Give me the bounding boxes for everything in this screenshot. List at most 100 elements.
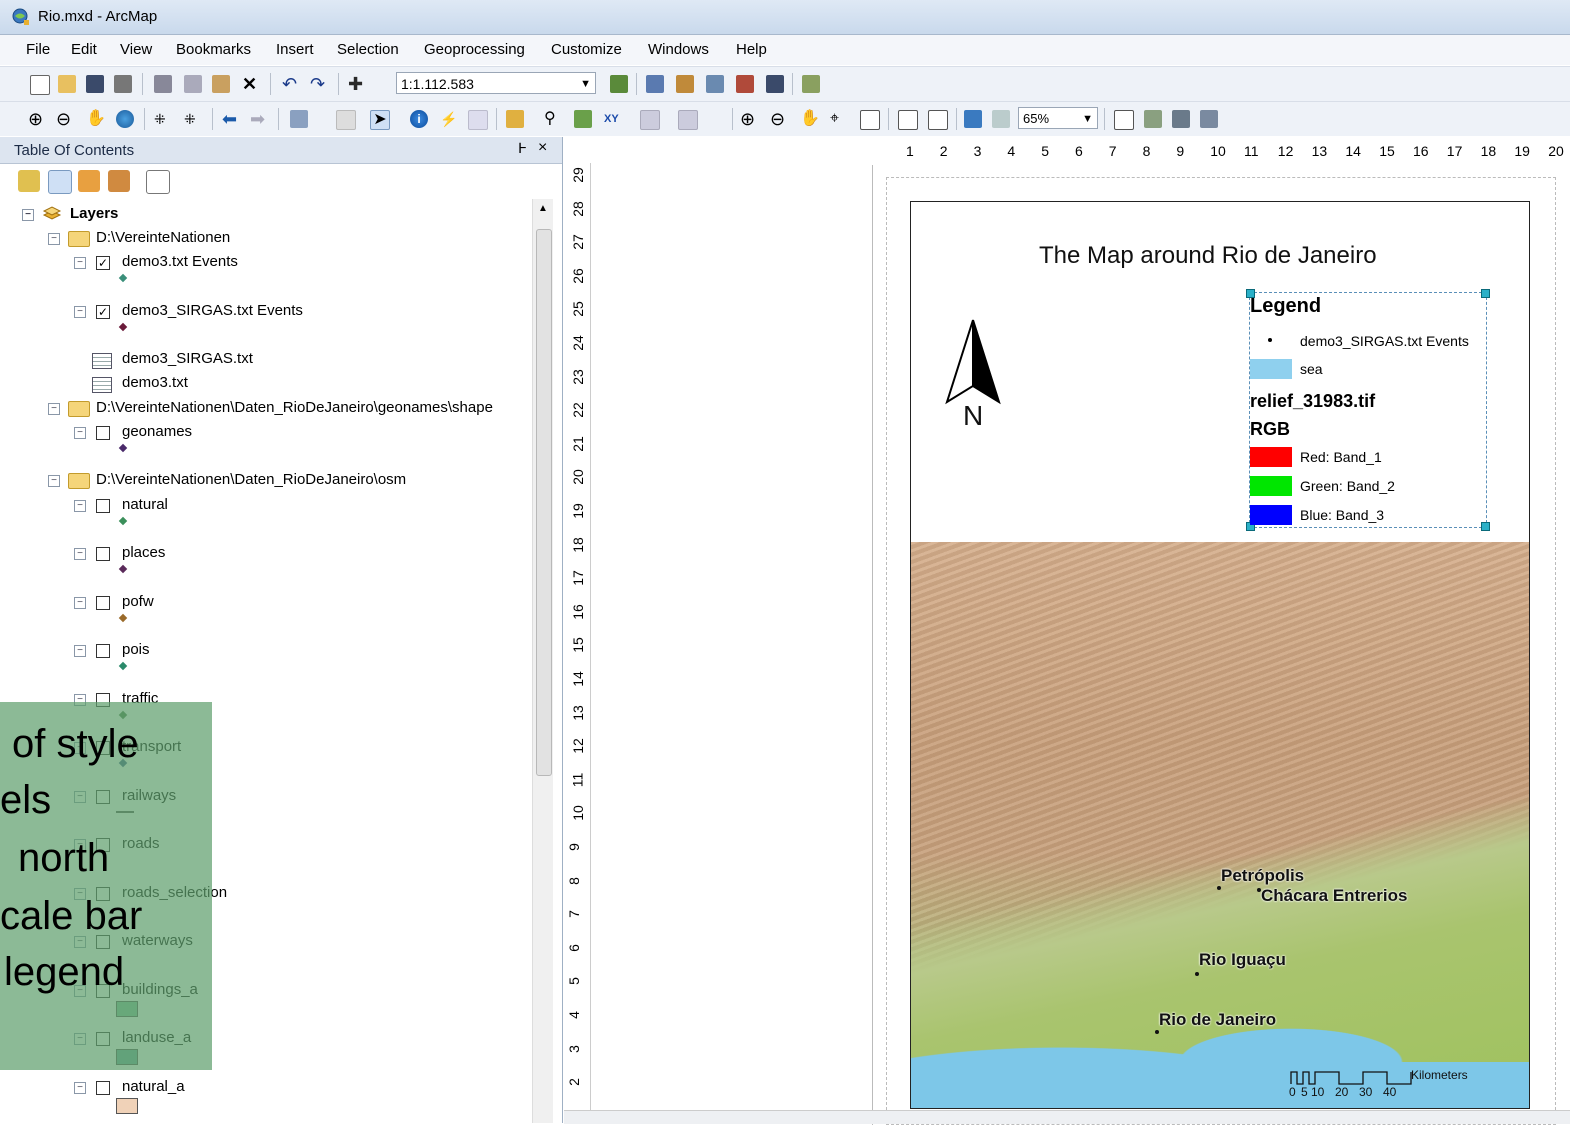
save-icon[interactable] [86,75,104,93]
map-frame[interactable]: The Map around Rio de Janeiro N Legend d… [910,201,1530,1109]
menu-windows[interactable]: Windows [648,41,709,58]
fixed-zoom-in-icon[interactable]: ⁜ [154,110,172,128]
toc-scroll-thumb[interactable] [536,229,552,776]
layer-visibility-checkbox[interactable] [96,547,110,561]
undo-icon[interactable]: ↶ [282,75,300,93]
full-extent-globe-icon[interactable] [116,110,134,128]
open-folder-icon[interactable] [58,75,76,93]
change-layout-icon[interactable] [1172,110,1190,128]
menu-selection[interactable]: Selection [337,41,399,58]
options-icon[interactable] [146,170,170,194]
redo-icon[interactable]: ↷ [310,75,328,93]
find-route-icon[interactable] [574,110,592,128]
point-symbol[interactable] [118,613,128,622]
editor-toolbar-icon[interactable] [610,75,628,93]
point-symbol[interactable] [118,661,128,671]
layer-visibility-checkbox[interactable]: ✓ [96,304,110,319]
clear-selection-icon[interactable] [336,110,356,130]
fixed-zoom-in-layout-icon[interactable] [898,110,918,130]
zoom-out-icon[interactable]: ⊖ [56,110,74,128]
resize-handle[interactable] [1481,289,1490,298]
menu-geoprocessing[interactable]: Geoprocessing [424,41,525,58]
pin-icon[interactable]: Ͱ [518,140,527,157]
menu-bookmarks[interactable]: Bookmarks [176,41,251,58]
menu-edit[interactable]: Edit [71,41,97,58]
print-icon[interactable] [114,75,132,93]
toc-window-icon[interactable] [646,75,664,93]
layer-visibility-checkbox[interactable] [96,595,110,610]
menu-help[interactable]: Help [736,41,767,58]
collapse-icon[interactable]: − [74,645,86,657]
layer-visibility-checkbox[interactable] [96,498,110,513]
identify-icon[interactable]: i [410,110,428,128]
forward-arrow-icon[interactable]: ➡ [250,110,268,128]
list-by-visibility-icon[interactable] [78,170,100,192]
point-symbol[interactable] [118,443,128,453]
select-features-icon[interactable] [290,110,308,128]
layer-visibility-checkbox[interactable]: ✓ [96,256,110,271]
collapse-icon[interactable]: − [74,596,86,609]
menu-insert[interactable]: Insert [276,41,314,58]
fixed-zoom-out-layout-icon[interactable] [928,110,948,130]
point-symbol[interactable] [118,322,128,331]
list-by-selection-icon[interactable] [108,170,130,192]
menu-file[interactable]: File [26,41,50,58]
copy-icon[interactable] [184,75,202,93]
collapse-icon[interactable]: − [74,305,86,318]
new-document-icon[interactable] [30,75,50,95]
toggle-draft-mode-icon[interactable] [1114,110,1134,130]
model-builder-icon[interactable] [802,75,820,93]
back-arrow-icon[interactable]: ⬅ [222,110,240,128]
layout-back-icon[interactable] [964,110,982,128]
point-symbol[interactable] [118,564,128,574]
polygon-symbol[interactable] [116,1097,138,1114]
fixed-zoom-out-icon[interactable]: ⁜ [184,110,202,128]
arctoolbox-icon[interactable] [736,75,754,93]
html-popup-icon[interactable] [468,110,488,130]
collapse-icon[interactable]: − [48,233,60,245]
search-window-icon[interactable] [706,75,724,93]
layout-horizontal-scrollbar[interactable] [564,1110,1570,1124]
collapse-icon[interactable]: − [74,257,86,270]
layout-zoom-in-icon[interactable]: ⊕ [740,110,758,128]
zoom-whole-page-icon[interactable]: ⌖ [830,110,848,128]
map-title[interactable]: The Map around Rio de Janeiro [1039,242,1399,270]
focus-data-frame-icon[interactable] [1144,110,1162,128]
layer-visibility-checkbox[interactable] [96,1080,110,1095]
pan-hand-icon[interactable]: ✋ [86,110,106,128]
map-scale-dropdown[interactable]: 1:1.112.583 ▼ [396,72,596,94]
layout-pan-icon[interactable]: ✋ [800,110,820,128]
map-legend[interactable]: Legend demo3_SIRGAS.txt Events sea relie… [1246,289,1490,531]
go-to-xy-icon[interactable]: XY [604,110,622,128]
layout-zoom-out-icon[interactable]: ⊖ [770,110,788,128]
layer-visibility-checkbox[interactable] [96,644,110,658]
toc-scrollbar[interactable]: ▲ [532,199,553,1123]
layout-view[interactable]: 1 2 3 4 5 6 7 8 9 10 11 12 13 14 15 16 17 18 19 20 29 28 27 26… [564,137,1570,1125]
hyperlink-icon[interactable]: ⚡ [440,110,458,128]
find-binoculars-icon[interactable]: ⚲ [544,110,562,128]
viewer-window-icon[interactable] [678,110,698,130]
data-driven-pages-icon[interactable] [1200,110,1218,128]
menu-customize[interactable]: Customize [551,41,622,58]
point-symbol[interactable] [118,273,128,283]
select-elements-arrow-icon[interactable]: ➤ [370,110,390,130]
paste-icon[interactable] [212,75,230,93]
collapse-icon[interactable]: − [48,402,60,415]
collapse-icon[interactable]: − [74,499,86,512]
resize-handle[interactable] [1481,522,1490,531]
add-data-icon[interactable]: ✚ [348,75,366,93]
layer-visibility-checkbox[interactable] [96,425,110,440]
cut-icon[interactable] [154,75,172,93]
collapse-icon[interactable]: − [48,475,60,488]
collapse-icon[interactable]: − [74,548,86,560]
collapse-icon[interactable]: − [74,426,86,439]
time-slider-icon[interactable] [640,110,660,130]
catalog-window-icon[interactable] [676,75,694,93]
list-by-source-icon[interactable] [48,170,72,194]
layout-zoom-dropdown[interactable]: 65% ▼ [1018,107,1098,129]
python-window-icon[interactable] [766,75,784,93]
measure-icon[interactable] [506,110,524,128]
point-symbol[interactable] [118,516,128,525]
list-by-drawing-order-icon[interactable] [18,170,40,192]
collapse-icon[interactable]: − [22,209,34,221]
